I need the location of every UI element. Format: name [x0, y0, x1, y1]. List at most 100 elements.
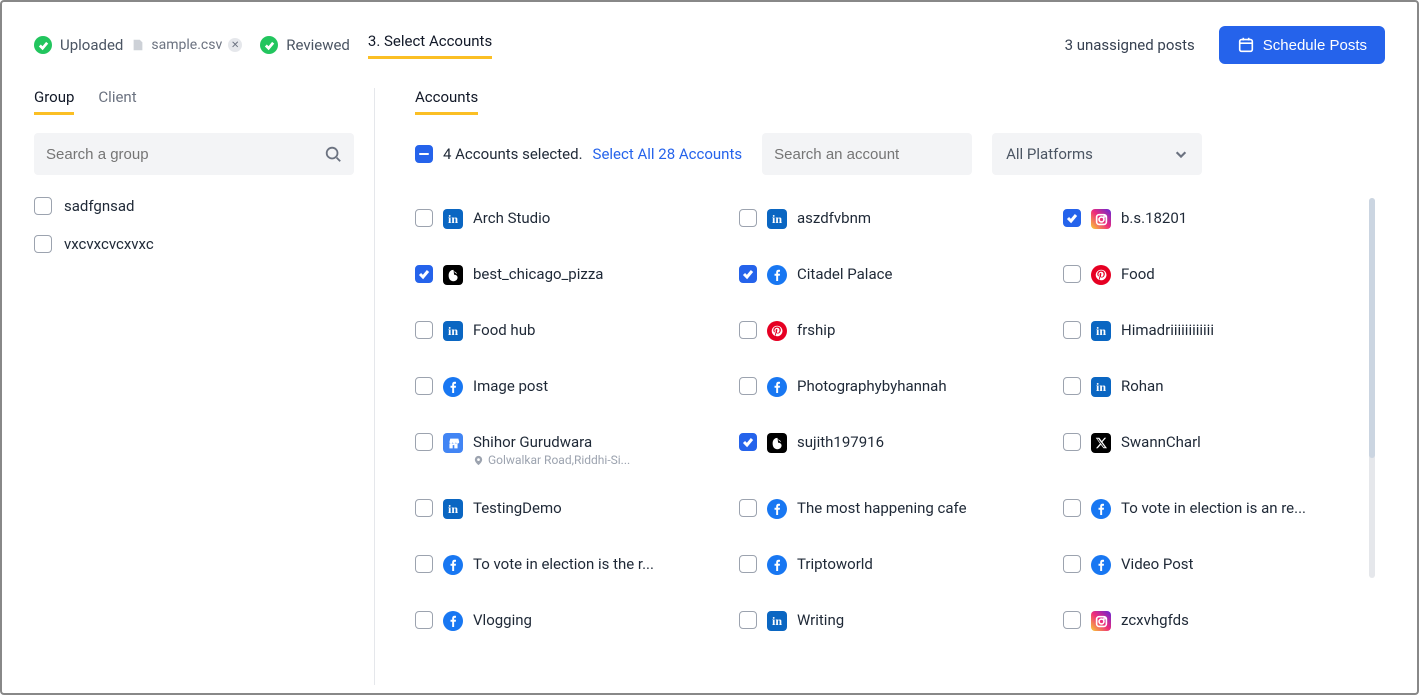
- facebook-icon: [767, 499, 787, 519]
- group-item[interactable]: sadfgnsad: [34, 197, 354, 215]
- chevron-down-icon: [1174, 147, 1188, 161]
- facebook-icon: [443, 377, 463, 397]
- checkbox[interactable]: [415, 499, 433, 517]
- group-label: vxcvxcvcxvxc: [64, 235, 154, 253]
- tab-group[interactable]: Group: [34, 88, 74, 115]
- account-item[interactable]: Image post: [415, 377, 715, 401]
- checkbox[interactable]: [1063, 209, 1081, 227]
- account-search[interactable]: [762, 133, 972, 175]
- account-search-input[interactable]: [774, 146, 973, 163]
- account-item[interactable]: SwannCharl: [1063, 433, 1363, 467]
- account-name: Writing: [797, 611, 844, 629]
- checkbox[interactable]: [1063, 433, 1081, 451]
- account-item[interactable]: frship: [739, 321, 1039, 345]
- account-name: Citadel Palace: [797, 265, 892, 283]
- file-chip[interactable]: sample.csv ✕: [131, 37, 242, 53]
- schedule-posts-button[interactable]: Schedule Posts: [1219, 26, 1385, 64]
- account-item[interactable]: inRohan: [1063, 377, 1363, 401]
- group-item[interactable]: vxcvxcvcxvxc: [34, 235, 354, 253]
- account-name: aszdfvbnm: [797, 209, 871, 227]
- checkbox[interactable]: [34, 197, 52, 215]
- checkbox[interactable]: [34, 235, 52, 253]
- account-item[interactable]: b.s.18201: [1063, 209, 1363, 233]
- pinterest-icon: [767, 321, 787, 341]
- account-name: The most happening cafe: [797, 499, 967, 517]
- checkbox[interactable]: [739, 555, 757, 573]
- checkbox[interactable]: [1063, 377, 1081, 395]
- checkbox[interactable]: [739, 209, 757, 227]
- account-item[interactable]: Triptoworld: [739, 555, 1039, 579]
- checkbox[interactable]: [1063, 265, 1081, 283]
- checkbox[interactable]: [739, 433, 757, 451]
- checkbox[interactable]: [739, 265, 757, 283]
- platform-filter-dropdown[interactable]: All Platforms: [992, 133, 1202, 175]
- account-item[interactable]: zcxvhgfds: [1063, 611, 1363, 635]
- account-item[interactable]: Food: [1063, 265, 1363, 289]
- account-name: Image post: [473, 377, 548, 395]
- select-all-checkbox[interactable]: [415, 145, 433, 163]
- checkbox[interactable]: [415, 265, 433, 283]
- account-item[interactable]: inTestingDemo: [415, 499, 715, 523]
- checkbox[interactable]: [739, 611, 757, 629]
- reviewed-label: Reviewed: [286, 36, 350, 54]
- gmb-icon: [443, 433, 463, 453]
- file-name: sample.csv: [151, 37, 222, 53]
- account-name: Photographybyhannah: [797, 377, 947, 395]
- checkbox[interactable]: [739, 499, 757, 517]
- account-item[interactable]: inWriting: [739, 611, 1039, 635]
- instagram-icon: [1091, 209, 1111, 229]
- account-name: Himadriiiiiiiiiiii: [1121, 321, 1214, 339]
- step-uploaded: Uploaded sample.csv ✕: [34, 36, 242, 54]
- facebook-icon: [443, 555, 463, 575]
- tab-client[interactable]: Client: [98, 88, 136, 115]
- account-item[interactable]: Shihor GurudwaraGolwalkar Road,Riddhi-Si…: [415, 433, 715, 467]
- calendar-icon: [1237, 36, 1255, 54]
- account-item[interactable]: The most happening cafe: [739, 499, 1039, 523]
- group-search-input[interactable]: [46, 146, 324, 163]
- account-item[interactable]: Photographybyhannah: [739, 377, 1039, 401]
- account-item[interactable]: To vote in election is an re...: [1063, 499, 1363, 523]
- account-name: sujith197916: [797, 433, 884, 451]
- account-item[interactable]: inArch Studio: [415, 209, 715, 233]
- account-item[interactable]: inFood hub: [415, 321, 715, 345]
- tab-accounts[interactable]: Accounts: [415, 88, 478, 115]
- threads-icon: [443, 265, 463, 285]
- threads-icon: [767, 433, 787, 453]
- close-icon[interactable]: ✕: [228, 38, 242, 52]
- account-item[interactable]: Video Post: [1063, 555, 1363, 579]
- step-select-accounts[interactable]: 3. Select Accounts: [368, 32, 492, 59]
- account-item[interactable]: Citadel Palace: [739, 265, 1039, 289]
- scrollbar[interactable]: [1369, 198, 1375, 578]
- account-subtitle: Golwalkar Road,Riddhi-Si...: [473, 453, 630, 467]
- facebook-icon: [767, 555, 787, 575]
- checkbox[interactable]: [1063, 555, 1081, 573]
- checkbox[interactable]: [415, 321, 433, 339]
- checkbox[interactable]: [415, 209, 433, 227]
- checkbox[interactable]: [1063, 321, 1081, 339]
- checkbox[interactable]: [415, 377, 433, 395]
- account-name: zcxvhgfds: [1121, 611, 1189, 629]
- checkbox[interactable]: [415, 433, 433, 451]
- linkedin-icon: in: [1091, 377, 1111, 397]
- account-item[interactable]: inHimadriiiiiiiiiiii: [1063, 321, 1363, 345]
- checkbox[interactable]: [1063, 611, 1081, 629]
- checkbox[interactable]: [415, 611, 433, 629]
- account-item[interactable]: To vote in election is the r...: [415, 555, 715, 579]
- facebook-icon: [767, 377, 787, 397]
- account-item[interactable]: sujith197916: [739, 433, 1039, 467]
- account-name: best_chicago_pizza: [473, 265, 603, 283]
- linkedin-icon: in: [443, 209, 463, 229]
- group-search[interactable]: [34, 133, 354, 175]
- account-name: Triptoworld: [797, 555, 873, 573]
- account-name: TestingDemo: [473, 499, 562, 517]
- checkbox[interactable]: [415, 555, 433, 573]
- account-item[interactable]: inaszdfvbnm: [739, 209, 1039, 233]
- select-all-link[interactable]: Select All 28 Accounts: [593, 145, 743, 163]
- checkbox[interactable]: [739, 321, 757, 339]
- account-item[interactable]: Vlogging: [415, 611, 715, 635]
- account-item[interactable]: best_chicago_pizza: [415, 265, 715, 289]
- linkedin-icon: in: [443, 321, 463, 341]
- checkbox[interactable]: [1063, 499, 1081, 517]
- checkbox[interactable]: [739, 377, 757, 395]
- stepper-bar: Uploaded sample.csv ✕ Reviewed 3. Select…: [34, 26, 1385, 64]
